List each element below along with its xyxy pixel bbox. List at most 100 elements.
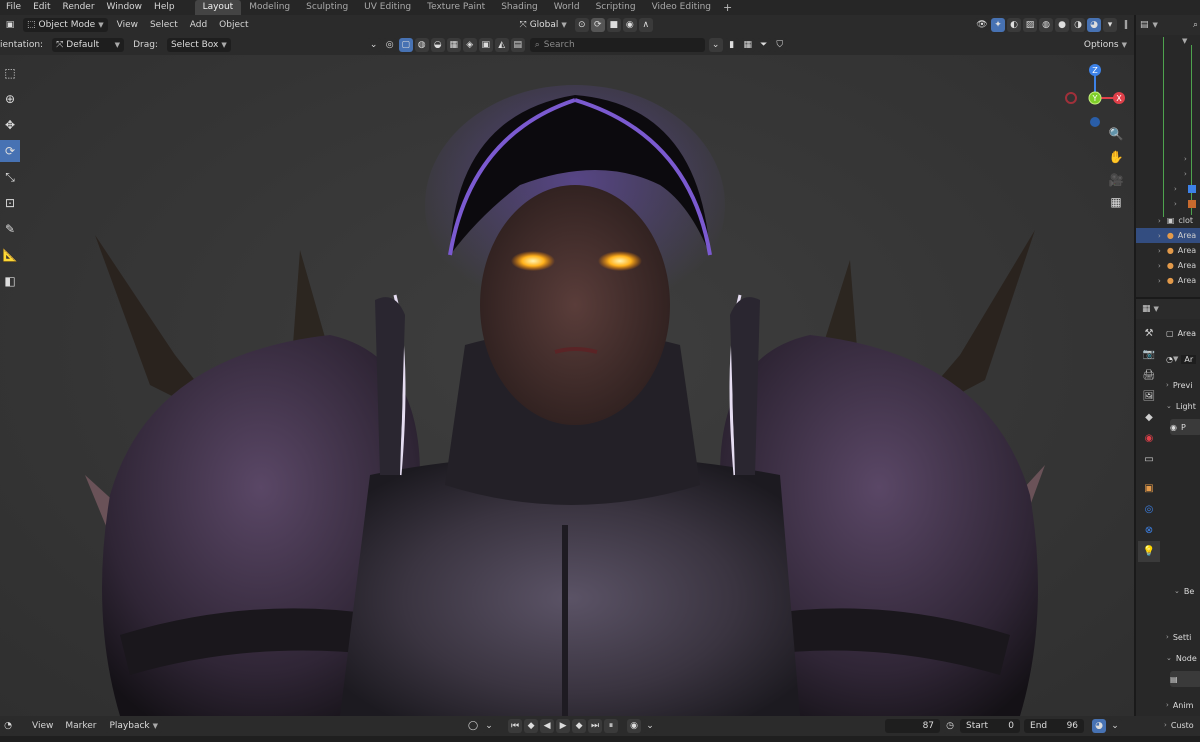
data-name-row[interactable]: ◔ ▼ Ar <box>1166 351 1200 367</box>
outliner-row[interactable]: › ● Area <box>1136 258 1200 273</box>
menu-render[interactable]: Render <box>57 0 101 15</box>
scene-tab-icon[interactable]: ◆ <box>1138 407 1160 428</box>
pivot-point-icon[interactable]: ⊙ <box>574 18 589 32</box>
falloff-icon[interactable]: ∧ <box>638 18 653 32</box>
menu-select[interactable]: Select <box>144 20 184 30</box>
menu-file[interactable]: File <box>0 0 27 15</box>
options-dropdown[interactable]: Options ▼ <box>1079 38 1131 52</box>
camera-view-icon[interactable]: 🎥 <box>1106 170 1126 190</box>
physics-tab-icon[interactable]: ◎ <box>1138 499 1160 520</box>
snap-target-icon[interactable]: ■ <box>606 18 621 32</box>
outliner-row[interactable]: › ▣ clot <box>1136 213 1200 228</box>
navigation-gizmo[interactable]: Z Y X <box>1062 60 1132 130</box>
funnel-icon[interactable]: ⏷ <box>756 38 771 52</box>
menu-window[interactable]: Window <box>101 0 149 15</box>
overlay-icon[interactable]: ◐ <box>1007 18 1021 32</box>
snap-icon[interactable]: ⟳ <box>590 18 605 32</box>
tab-uv-editing[interactable]: UV Editing <box>356 0 419 15</box>
shading-options-icon[interactable]: ▾ <box>1103 18 1117 32</box>
play-icon[interactable]: ▶ <box>556 719 571 733</box>
timeline-menu-marker[interactable]: Marker <box>59 721 102 731</box>
filter-camera-icon[interactable]: ▦ <box>446 38 461 52</box>
filter-object-icon[interactable]: ▢ <box>398 38 413 52</box>
tab-texture-paint[interactable]: Texture Paint <box>419 0 493 15</box>
playback-sync-icon[interactable]: ◕ <box>1092 719 1107 733</box>
clock-icon[interactable]: ◷ <box>943 719 958 733</box>
panel-nodes[interactable]: ⌄ Node <box>1166 650 1200 666</box>
tab-world[interactable]: World <box>546 0 588 15</box>
filter-empty-icon[interactable]: ◈ <box>462 38 477 52</box>
playback-dropdown[interactable]: Playback ▼ <box>105 719 163 733</box>
mode-dropdown[interactable]: ⬚ Object Mode ▼ <box>23 18 108 32</box>
pause-icon[interactable]: ⏸ <box>604 719 619 733</box>
start-frame-field[interactable]: Start 0 <box>960 719 1021 733</box>
orientation-setting-dropdown[interactable]: ⤧ Default ▼ <box>52 38 125 52</box>
tab-video-editing[interactable]: Video Editing <box>644 0 719 15</box>
filter-toggle-icon[interactable]: ⌄ <box>708 38 723 52</box>
xray-icon[interactable]: ▨ <box>1023 18 1037 32</box>
drag-dropdown[interactable]: Select Box ▼ <box>166 38 231 52</box>
annotate-icon[interactable]: ✎ <box>0 218 20 240</box>
nodes-button[interactable]: ▤ <box>1170 671 1200 687</box>
shield-icon[interactable]: ⛉ <box>772 38 787 52</box>
add-workspace-button[interactable]: + <box>719 0 736 15</box>
wireframe-shading-icon[interactable]: ◍ <box>1039 18 1053 32</box>
play-reverse-icon[interactable]: ◀ <box>540 719 555 733</box>
filter-mesh-icon[interactable]: ◍ <box>414 38 429 52</box>
chevron-down-icon[interactable]: ⌄ <box>482 719 497 733</box>
outliner-row[interactable]: › ● Area <box>1136 273 1200 288</box>
filter-other-icon[interactable]: ▤ <box>510 38 525 52</box>
tab-modeling[interactable]: Modeling <box>241 0 298 15</box>
menu-add[interactable]: Add <box>184 20 213 30</box>
end-frame-field[interactable]: End 96 <box>1024 719 1085 733</box>
tab-shading[interactable]: Shading <box>493 0 546 15</box>
material-shading-icon[interactable]: ◑ <box>1071 18 1085 32</box>
filter-curve-icon[interactable]: ◭ <box>494 38 509 52</box>
keying-icon[interactable]: ◯ <box>466 719 481 733</box>
select-box-icon[interactable]: ⬚ <box>0 62 20 84</box>
rotate-icon[interactable]: ⟳ <box>0 140 20 162</box>
measure-icon[interactable]: 📐 <box>0 244 20 266</box>
panel-preview[interactable]: › Previ <box>1166 377 1200 393</box>
neg-x-axis-handle[interactable] <box>1065 92 1077 104</box>
menu-object[interactable]: Object <box>213 20 254 30</box>
neg-z-axis-handle[interactable] <box>1090 117 1100 127</box>
object-name-row[interactable]: ▢ Area <box>1166 325 1200 341</box>
collection-tab-icon[interactable]: ▭ <box>1138 449 1160 470</box>
light-data-tab-icon[interactable]: 💡 <box>1138 541 1160 562</box>
add-cube-icon[interactable]: ◧ <box>0 270 20 292</box>
tab-sculpting[interactable]: Sculpting <box>298 0 356 15</box>
properties-type-icon[interactable]: ▦ <box>1142 304 1151 314</box>
world-tab-icon[interactable]: ◉ <box>1138 428 1160 449</box>
perspective-grid-icon[interactable]: ▦ <box>1106 192 1126 212</box>
tab-layout[interactable]: Layout <box>194 0 242 15</box>
editor-type-icon[interactable]: ▣ <box>1 18 19 32</box>
scale-icon[interactable]: ⤡ <box>0 166 20 188</box>
jump-end-icon[interactable]: ⏭ <box>588 719 603 733</box>
bookmark-icon[interactable]: ▮ <box>724 38 739 52</box>
view-layer-tab-icon[interactable]: 🖼 <box>1138 386 1160 407</box>
output-tab-icon[interactable]: 🖨 <box>1138 365 1160 386</box>
panel-beam-shape[interactable]: ⌄ Be <box>1174 583 1200 599</box>
light-type-button[interactable]: ◉ P <box>1170 419 1200 435</box>
filter-image-icon[interactable]: ▣ <box>478 38 493 52</box>
chevron-down-icon[interactable]: ⌄ <box>643 719 658 733</box>
timeline-editor-icon[interactable]: ◔ <box>1 719 15 733</box>
next-keyframe-icon[interactable]: ◆ <box>572 719 587 733</box>
outliner-search-icon[interactable]: ⌕ <box>1193 20 1198 30</box>
menu-view[interactable]: View <box>111 20 144 30</box>
outliner-type-icon[interactable]: ▤ <box>1140 20 1149 30</box>
sidebar-toggle-icon[interactable]: ‖ <box>1119 18 1133 32</box>
menu-help[interactable]: Help <box>148 0 181 15</box>
panel-settings[interactable]: › Setti <box>1166 629 1200 645</box>
cursor-icon[interactable]: ⊕ <box>0 88 20 110</box>
chevron-down-icon[interactable]: ▼ <box>1182 37 1187 45</box>
object-tab-icon[interactable]: ▣ <box>1138 478 1160 499</box>
rendered-shading-icon[interactable]: ◕ <box>1087 18 1101 32</box>
tab-scripting[interactable]: Scripting <box>588 0 644 15</box>
chevron-down-icon[interactable]: ⌄ <box>1108 719 1123 733</box>
view-layer-icon[interactable]: ▦ <box>740 38 755 52</box>
search-field[interactable]: ⌕ Search <box>529 38 705 52</box>
chevron-down-icon[interactable]: ⌄ <box>366 38 381 52</box>
constraints-tab-icon[interactable]: ⊗ <box>1138 520 1160 541</box>
